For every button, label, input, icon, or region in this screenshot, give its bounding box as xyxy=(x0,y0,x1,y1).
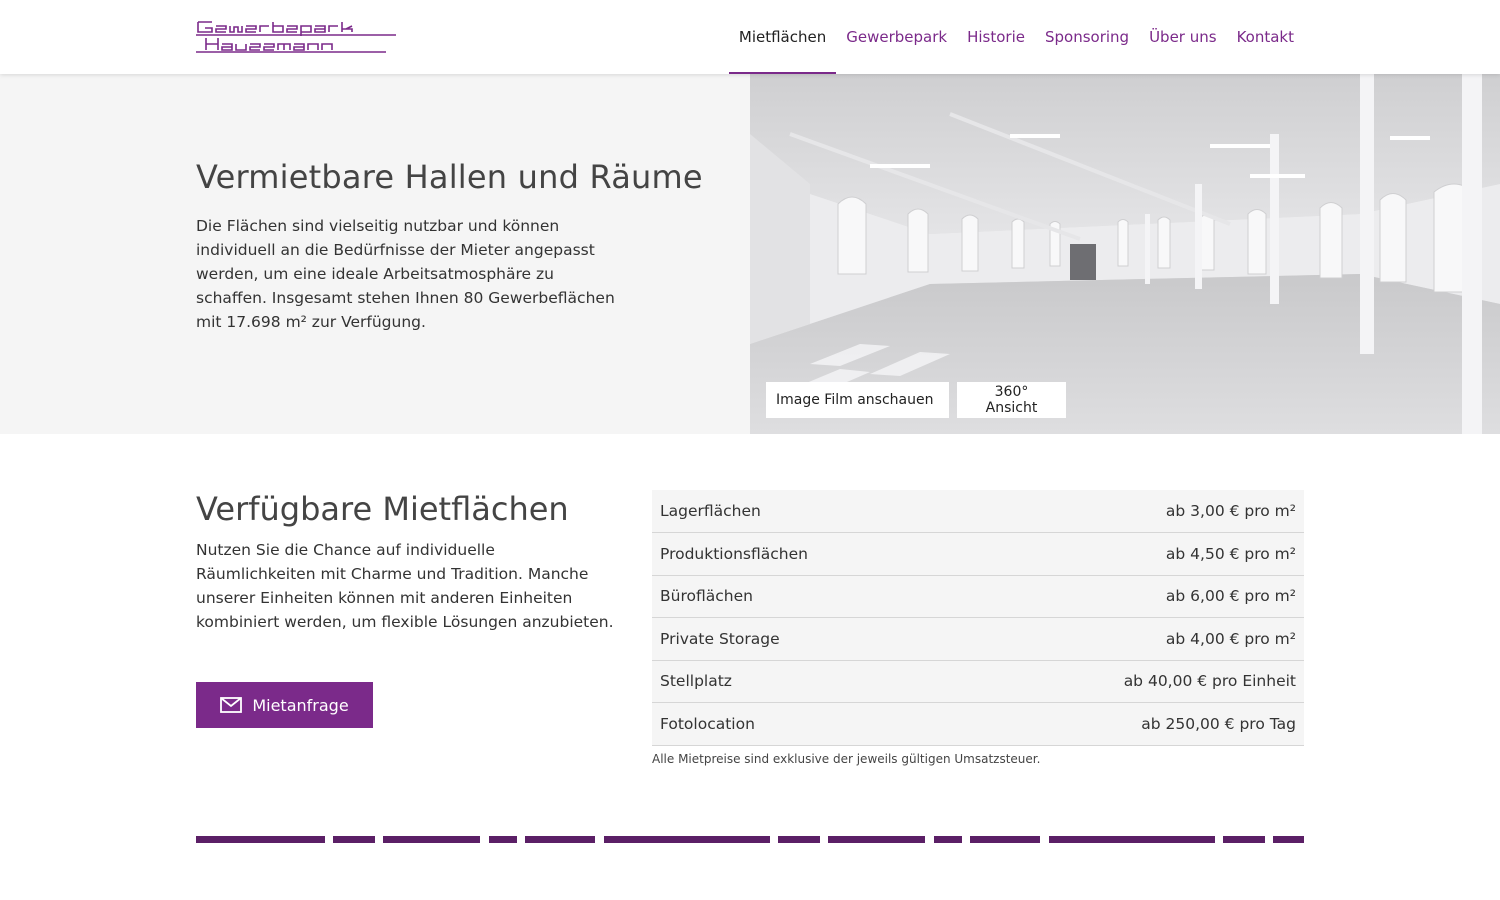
hero-hall-image xyxy=(750,74,1500,434)
rental-inquiry-button[interactable]: Mietanfrage xyxy=(196,682,373,728)
nav-ueber-uns[interactable]: Über uns xyxy=(1139,0,1227,74)
space-type: Produktionsflächen xyxy=(652,532,956,576)
space-type: Private Storage xyxy=(652,617,956,661)
space-price: ab 40,00 € pro Einheit xyxy=(955,660,1304,703)
price-table: Lagerflächen ab 3,00 € pro m² Produktion… xyxy=(652,490,1304,746)
space-type: Stellplatz xyxy=(652,660,956,703)
nav-kontakt[interactable]: Kontakt xyxy=(1227,0,1304,74)
space-price: ab 4,50 € pro m² xyxy=(955,532,1304,576)
space-price: ab 3,00 € pro m² xyxy=(955,490,1304,533)
mail-icon xyxy=(220,697,243,713)
nav-sponsoring[interactable]: Sponsoring xyxy=(1035,0,1139,74)
table-row: Büroflächen ab 6,00 € pro m² xyxy=(652,575,1304,618)
table-row: Produktionsflächen ab 4,50 € pro m² xyxy=(652,532,1304,576)
available-title: Verfügbare Mietflächen xyxy=(196,490,569,528)
nav-historie[interactable]: Historie xyxy=(957,0,1035,74)
space-type: Lagerflächen xyxy=(652,490,956,533)
table-row: Fotolocation ab 250,00 € pro Tag xyxy=(652,702,1304,746)
space-type: Fotolocation xyxy=(652,702,956,746)
space-price: ab 4,00 € pro m² xyxy=(955,617,1304,661)
logo[interactable] xyxy=(196,18,396,54)
main-nav: Mietflächen Gewerbepark Historie Sponsor… xyxy=(728,0,1304,74)
nav-gewerbepark[interactable]: Gewerbepark xyxy=(836,0,957,74)
price-note: Alle Mietpreise sind exklusive der jewei… xyxy=(652,752,1041,766)
decorative-stripe xyxy=(196,836,1304,843)
table-row: Private Storage ab 4,00 € pro m² xyxy=(652,617,1304,661)
hero-description: Die Flächen sind vielseitig nutzbar und … xyxy=(196,217,615,331)
rental-inquiry-label: Mietanfrage xyxy=(252,695,349,715)
image-film-button[interactable]: Image Film anschauen xyxy=(766,382,949,418)
space-price: ab 6,00 € pro m² xyxy=(955,575,1304,618)
space-type: Büroflächen xyxy=(652,575,956,618)
view-360-button[interactable]: 360° Ansicht xyxy=(957,382,1066,418)
nav-mietflaechen[interactable]: Mietflächen xyxy=(728,0,837,74)
table-row: Stellplatz ab 40,00 € pro Einheit xyxy=(652,660,1304,703)
hero-title: Vermietbare Hallen und Räume xyxy=(196,158,703,196)
space-price: ab 250,00 € pro Tag xyxy=(955,702,1304,746)
available-description: Nutzen Sie die Chance auf individuelle R… xyxy=(196,541,614,631)
site-header: Mietflächen Gewerbepark Historie Sponsor… xyxy=(0,0,1500,74)
table-row: Lagerflächen ab 3,00 € pro m² xyxy=(652,490,1304,533)
hall-illustration xyxy=(750,74,1500,434)
